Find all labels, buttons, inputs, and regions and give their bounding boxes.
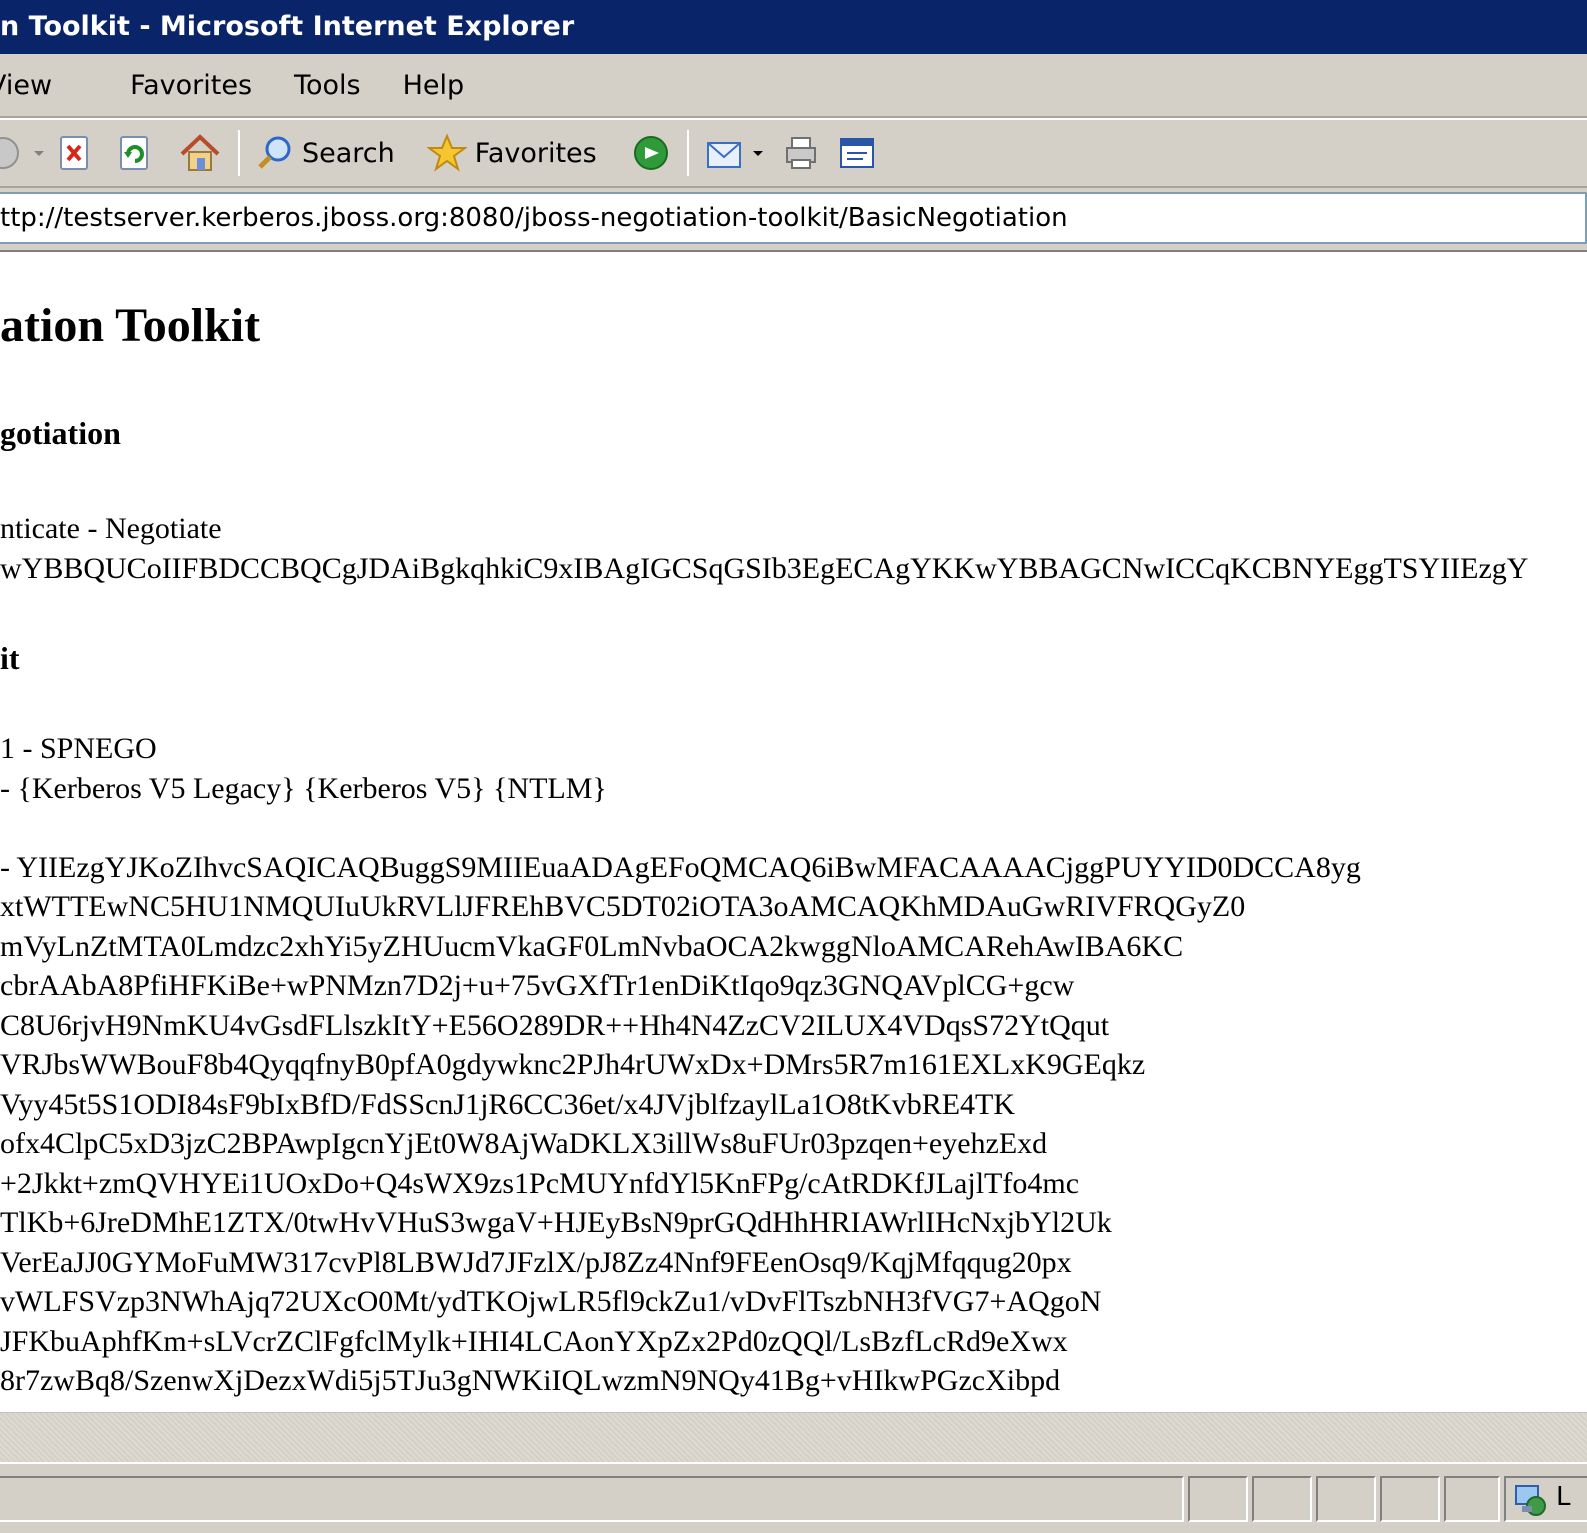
status-pane [1188,1476,1248,1522]
home-icon [180,134,220,171]
zone-label: L [1556,1482,1571,1512]
token-line: - YIIEzgYJKoZIhvcSAQICAQBuggS9MIIEuaADAg… [0,851,1361,884]
token-line: Vyy45t5S1ODI84sF9bIxBfD/FdSScnJ1jR6CC36e… [0,1088,1016,1121]
address-input[interactable]: ttp://testserver.kerberos.jboss.org:8080… [0,192,1587,244]
menu-favorites[interactable]: Favorites [130,70,252,101]
status-bar: L [0,1462,1587,1533]
forward-dropdown-button[interactable] [26,127,52,179]
auth-header-token: wYBBQUCoIIFBDCCBQCgJDAiBgkqhkiC9xIBAgIGC… [0,552,1529,585]
status-text-pane [0,1476,1184,1522]
token-line: +2Jkkt+zmQVHYEi1UOxDo+Q4sWX9zs1PcMUYnfdY… [0,1167,1080,1200]
section-heading: gotiation [0,415,121,451]
page-title: ation Toolkit [0,299,261,352]
menu-tools[interactable]: Tools [294,70,361,101]
token-line: xtWTTEwNC5HU1NMQUIuUkRVLlJFREhBVC5DT02iO… [0,890,1246,923]
refresh-icon [120,136,148,170]
token-line: VerEaJJ0GYMoFuMW317cvPl8LBWJd7JFzlX/pJ8Z… [0,1246,1072,1279]
mechanism-text: 1 - SPNEGO [0,732,157,765]
mail-button[interactable] [699,127,751,179]
token-line: vWLFSVzp3NWhAjq72UXcO0Mt/ydTKOjwLR5fl9ck… [0,1285,1102,1318]
search-button[interactable]: Search [250,127,401,179]
menu-bar: View Favorites Tools Help [0,54,1587,118]
forward-button[interactable] [0,127,26,179]
token-line: JFKbuAphfKm+sLVcrZClFgfclMylk+IHI4LCAonY… [0,1325,1068,1358]
toolbar: Search Favorites [0,118,1587,188]
zone-pane[interactable]: L [1504,1476,1587,1522]
home-button[interactable] [172,127,228,179]
section-heading: it [0,640,20,676]
address-bar: ttp://testserver.kerberos.jboss.org:8080… [0,188,1587,252]
chevron-down-icon [34,151,44,156]
media-button[interactable] [625,127,677,179]
menu-help[interactable]: Help [403,70,465,101]
search-icon [258,136,291,169]
page-content: ation Toolkit gotiation nticate - Negoti… [0,254,1587,1412]
favorites-button[interactable]: Favorites [421,127,603,179]
window-title-bar[interactable]: n Toolkit - Microsoft Internet Explorer [0,0,1587,54]
token-line: 8r7zwBq8/SzenwXjDezxWdi5j5TJu3gNWKiIQLwz… [0,1364,1061,1397]
status-pane [1380,1476,1440,1522]
token-line: C8U6rjvH9NmKU4vGsdFLlszkItY+E56O289DR++H… [0,1009,1110,1042]
stop-icon [60,136,88,170]
token-line: TlKb+6JreDMhE1ZTX/0twHvVHuS3wgaV+HJEyBsN… [0,1206,1112,1239]
stop-button[interactable] [52,127,98,179]
refresh-button[interactable] [112,127,158,179]
mail-icon [706,142,741,168]
edit-button[interactable] [831,127,883,179]
token-line: VRJbsWWBouF8b4QyqqfnyB0pfA0gdywknc2PJh4r… [0,1048,1146,1081]
menu-view[interactable]: View [0,70,52,101]
star-icon [426,133,467,172]
toolbar-separator [238,130,240,176]
status-pane [1444,1476,1500,1522]
media-icon [633,136,668,170]
search-label: Search [302,137,395,169]
edit-page-icon [839,138,874,168]
token-line: cbrAAbA8PfiHFKiBe+wPNMzn7D2j+u+75vGXfTr1… [0,969,1075,1002]
chevron-down-icon [752,151,763,156]
status-pane [1316,1476,1376,1522]
status-pane [1252,1476,1312,1522]
forward-arrow-icon [0,137,19,169]
mail-dropdown-button[interactable] [745,127,771,179]
printer-icon [785,137,816,169]
mech-types-text: - {Kerberos V5 Legacy} {Kerberos V5} {NT… [0,772,607,805]
token-line: ofx4ClpC5xD3jzC2BPAwpIgcnYjEt0W8AjWaDKLX… [0,1127,1048,1160]
window-title: n Toolkit - Microsoft Internet Explorer [0,11,575,42]
favorites-label: Favorites [474,137,597,169]
toolbar-separator [686,130,689,176]
auth-header-text: nticate - Negotiate [0,512,222,545]
print-button[interactable] [775,127,827,179]
horizontal-scroll-area[interactable] [0,1412,1587,1462]
network-zone-icon [1515,1485,1546,1516]
token-line: mVyLnZtMTA0Lmdzc2xhYi5yZHUucmVkaGF0LmNvb… [0,930,1184,963]
